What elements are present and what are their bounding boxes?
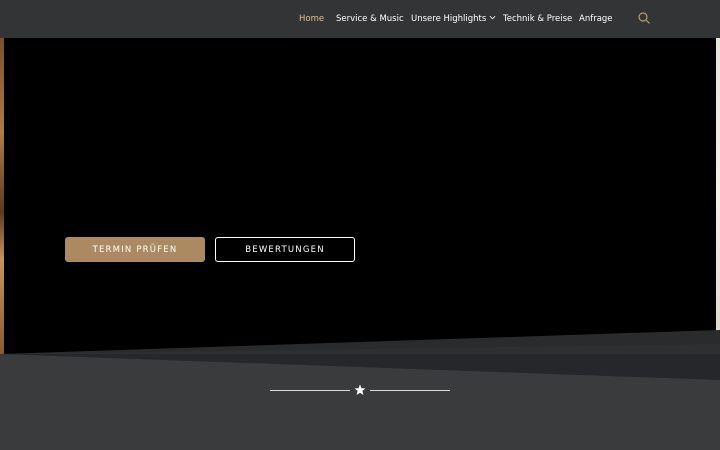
bewertungen-button[interactable]: BEWERTUNGEN	[215, 237, 355, 262]
nav-item-home[interactable]: Home	[299, 13, 324, 25]
star-icon	[354, 384, 366, 395]
divider-line	[370, 389, 450, 391]
section-slant-divider	[0, 330, 720, 380]
search-icon[interactable]	[637, 11, 651, 25]
nav-item-anfrage[interactable]: Anfrage	[579, 13, 613, 25]
nav-item-unsere-highlights[interactable]: Unsere Highlights	[411, 13, 496, 25]
chevron-down-icon	[489, 15, 496, 20]
termin-pruefen-button[interactable]: TERMIN PRÜFEN	[65, 237, 205, 262]
nav-item-service-music[interactable]: Service & Music	[336, 13, 404, 25]
hero-section: TERMIN PRÜFEN BEWERTUNGEN	[0, 38, 720, 354]
divider-line	[270, 389, 350, 391]
nav-item-label: Unsere Highlights	[411, 14, 487, 24]
hero-background-image-edge	[0, 38, 4, 354]
section-divider	[270, 384, 450, 396]
page: Home Service & Music Unsere Highlights T…	[0, 0, 720, 450]
main-nav: Home Service & Music Unsere Highlights T…	[0, 0, 720, 38]
nav-item-technik-preise[interactable]: Technik & Preise	[503, 13, 572, 25]
hero-background-image-edge-right	[716, 38, 720, 354]
site-header: Home Service & Music Unsere Highlights T…	[0, 0, 720, 38]
